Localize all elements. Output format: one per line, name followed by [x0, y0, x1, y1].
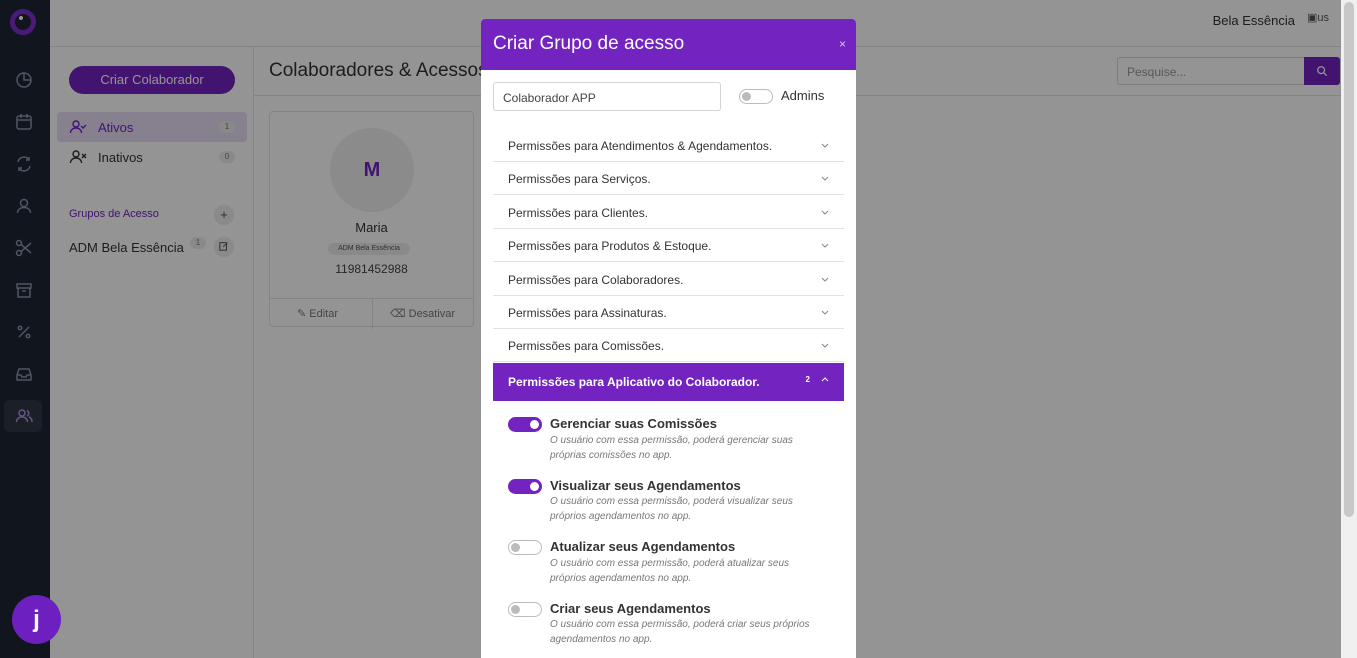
section-label: Permissões para Atendimentos & Agendamen… — [508, 139, 773, 153]
section-label: Permissões para Assinaturas. — [508, 306, 667, 320]
modal-title: Criar Grupo de acesso — [493, 33, 685, 54]
permission-toggle-view-appointments[interactable] — [508, 479, 542, 494]
help-chat-button[interactable]: j — [12, 595, 61, 644]
permission-section-services[interactable]: Permissões para Serviços. — [493, 162, 844, 195]
section-label: Permissões para Produtos & Estoque. — [508, 239, 712, 253]
section-label: Permissões para Colaboradores. — [508, 273, 684, 287]
permission-description: O usuário com essa permissão, poderá atu… — [550, 558, 790, 584]
permission-section-commissions[interactable]: Permissões para Comissões. — [493, 329, 844, 362]
permission-title: Gerenciar suas Comissões — [550, 416, 717, 431]
section-label: Permissões para Aplicativo do Colaborado… — [508, 375, 760, 389]
close-icon[interactable]: × — [839, 37, 846, 51]
permission-section-collaborator-app[interactable]: Permissões para Aplicativo do Colaborado… — [493, 363, 844, 401]
chevron-down-icon — [821, 343, 829, 348]
chevron-down-icon — [821, 176, 829, 181]
page-scrollbar[interactable] — [1341, 0, 1357, 658]
chevron-down-icon — [821, 143, 829, 148]
section-label: Permissões para Clientes. — [508, 206, 649, 220]
chevron-down-icon — [821, 277, 829, 282]
permission-description: O usuário com essa permissão, poderá vis… — [550, 496, 793, 522]
scroll-thumb[interactable] — [1344, 2, 1354, 517]
create-access-group-modal: Criar Grupo de acesso × Colaborador APP … — [481, 19, 856, 658]
modal-header: Criar Grupo de acesso × — [481, 19, 856, 70]
permission-section-collaborators[interactable]: Permissões para Colaboradores. — [493, 263, 844, 296]
admins-toggle[interactable] — [739, 89, 773, 104]
permission-title: Criar seus Agendamentos — [550, 601, 711, 616]
permission-description: O usuário com essa permissão, poderá cri… — [550, 619, 810, 645]
permission-toggle-create-appointments[interactable] — [508, 602, 542, 617]
permission-title: Atualizar seus Agendamentos — [550, 539, 736, 554]
permission-title: Visualizar seus Agendamentos — [550, 478, 741, 493]
section-label: Permissões para Comissões. — [508, 339, 665, 353]
selected-count: 2 — [805, 375, 810, 384]
permission-description: O usuário com essa permissão, poderá ger… — [550, 435, 793, 461]
permission-section-clients[interactable]: Permissões para Clientes. — [493, 196, 844, 229]
permission-toggle-manage-commissions[interactable] — [508, 417, 542, 432]
chevron-down-icon — [821, 310, 829, 315]
group-name-input[interactable]: Colaborador APP — [493, 82, 721, 111]
permission-section-appointments[interactable]: Permissões para Atendimentos & Agendamen… — [493, 129, 844, 162]
chevron-up-icon — [821, 377, 829, 382]
permission-section-products[interactable]: Permissões para Produtos & Estoque. — [493, 229, 844, 262]
chevron-down-icon — [821, 243, 829, 248]
chevron-down-icon — [821, 210, 829, 215]
permission-toggle-update-appointments[interactable] — [508, 540, 542, 555]
section-label: Permissões para Serviços. — [508, 172, 651, 186]
admins-label: Admins — [781, 88, 825, 103]
permission-section-subscriptions[interactable]: Permissões para Assinaturas. — [493, 296, 844, 329]
